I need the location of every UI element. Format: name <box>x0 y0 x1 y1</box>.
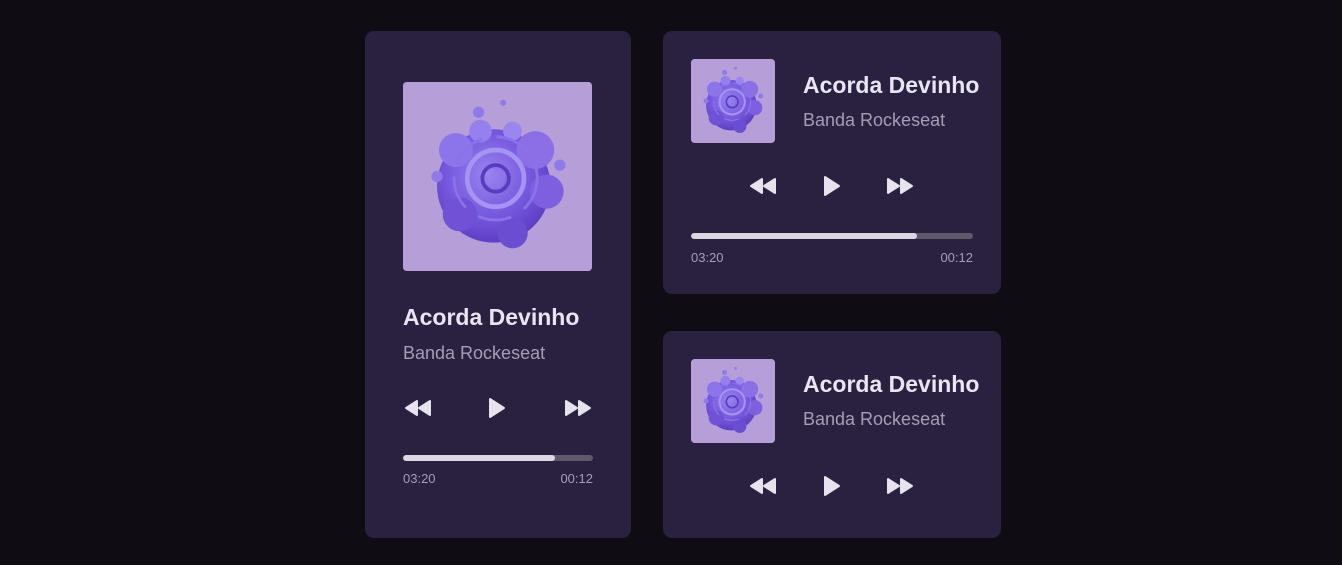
artist-name: Banda Rockeseat <box>803 110 946 130</box>
play-button[interactable] <box>819 173 845 199</box>
song-title: Acorda Devinho <box>403 304 580 330</box>
song-title: Acorda Devinho <box>803 72 980 98</box>
rewind-icon <box>405 400 431 416</box>
album-art-image <box>691 59 775 143</box>
fast-forward-button[interactable] <box>885 173 915 199</box>
progress-fill <box>691 233 917 239</box>
player-card-compact: Acorda Devinho Banda Rockeseat <box>663 331 1001 538</box>
play-icon <box>489 398 505 418</box>
album-art <box>403 82 592 271</box>
album-art-image <box>691 359 775 443</box>
play-button[interactable] <box>819 473 845 499</box>
album-art-image <box>403 82 592 271</box>
rewind-icon <box>750 478 776 494</box>
album-art <box>691 359 775 443</box>
elapsed-time: 03:20 <box>403 471 436 486</box>
progress-fill <box>403 455 555 461</box>
progress-bar[interactable] <box>403 455 593 461</box>
artist-name: Banda Rockeseat <box>803 409 946 429</box>
song-title: Acorda Devinho <box>803 371 980 397</box>
play-button[interactable] <box>484 395 510 421</box>
player-card-horizontal: Acorda Devinho Banda Rockeseat 03:20 00:… <box>663 31 1001 294</box>
remaining-time: 00:12 <box>940 250 973 265</box>
rewind-button[interactable] <box>748 173 778 199</box>
fast-forward-icon <box>887 478 913 494</box>
rewind-button[interactable] <box>403 395 433 421</box>
fast-forward-icon <box>565 400 591 416</box>
album-art <box>691 59 775 143</box>
fast-forward-button[interactable] <box>885 473 915 499</box>
play-icon <box>824 176 840 196</box>
progress-bar[interactable] <box>691 233 973 239</box>
player-card-vertical: Acorda Devinho Banda Rockeseat 03:20 00:… <box>365 31 631 538</box>
fast-forward-icon <box>887 178 913 194</box>
play-icon <box>824 476 840 496</box>
rewind-button[interactable] <box>748 473 778 499</box>
fast-forward-button[interactable] <box>563 395 593 421</box>
remaining-time: 00:12 <box>560 471 593 486</box>
rewind-icon <box>750 178 776 194</box>
elapsed-time: 03:20 <box>691 250 724 265</box>
artist-name: Banda Rockeseat <box>403 343 546 363</box>
